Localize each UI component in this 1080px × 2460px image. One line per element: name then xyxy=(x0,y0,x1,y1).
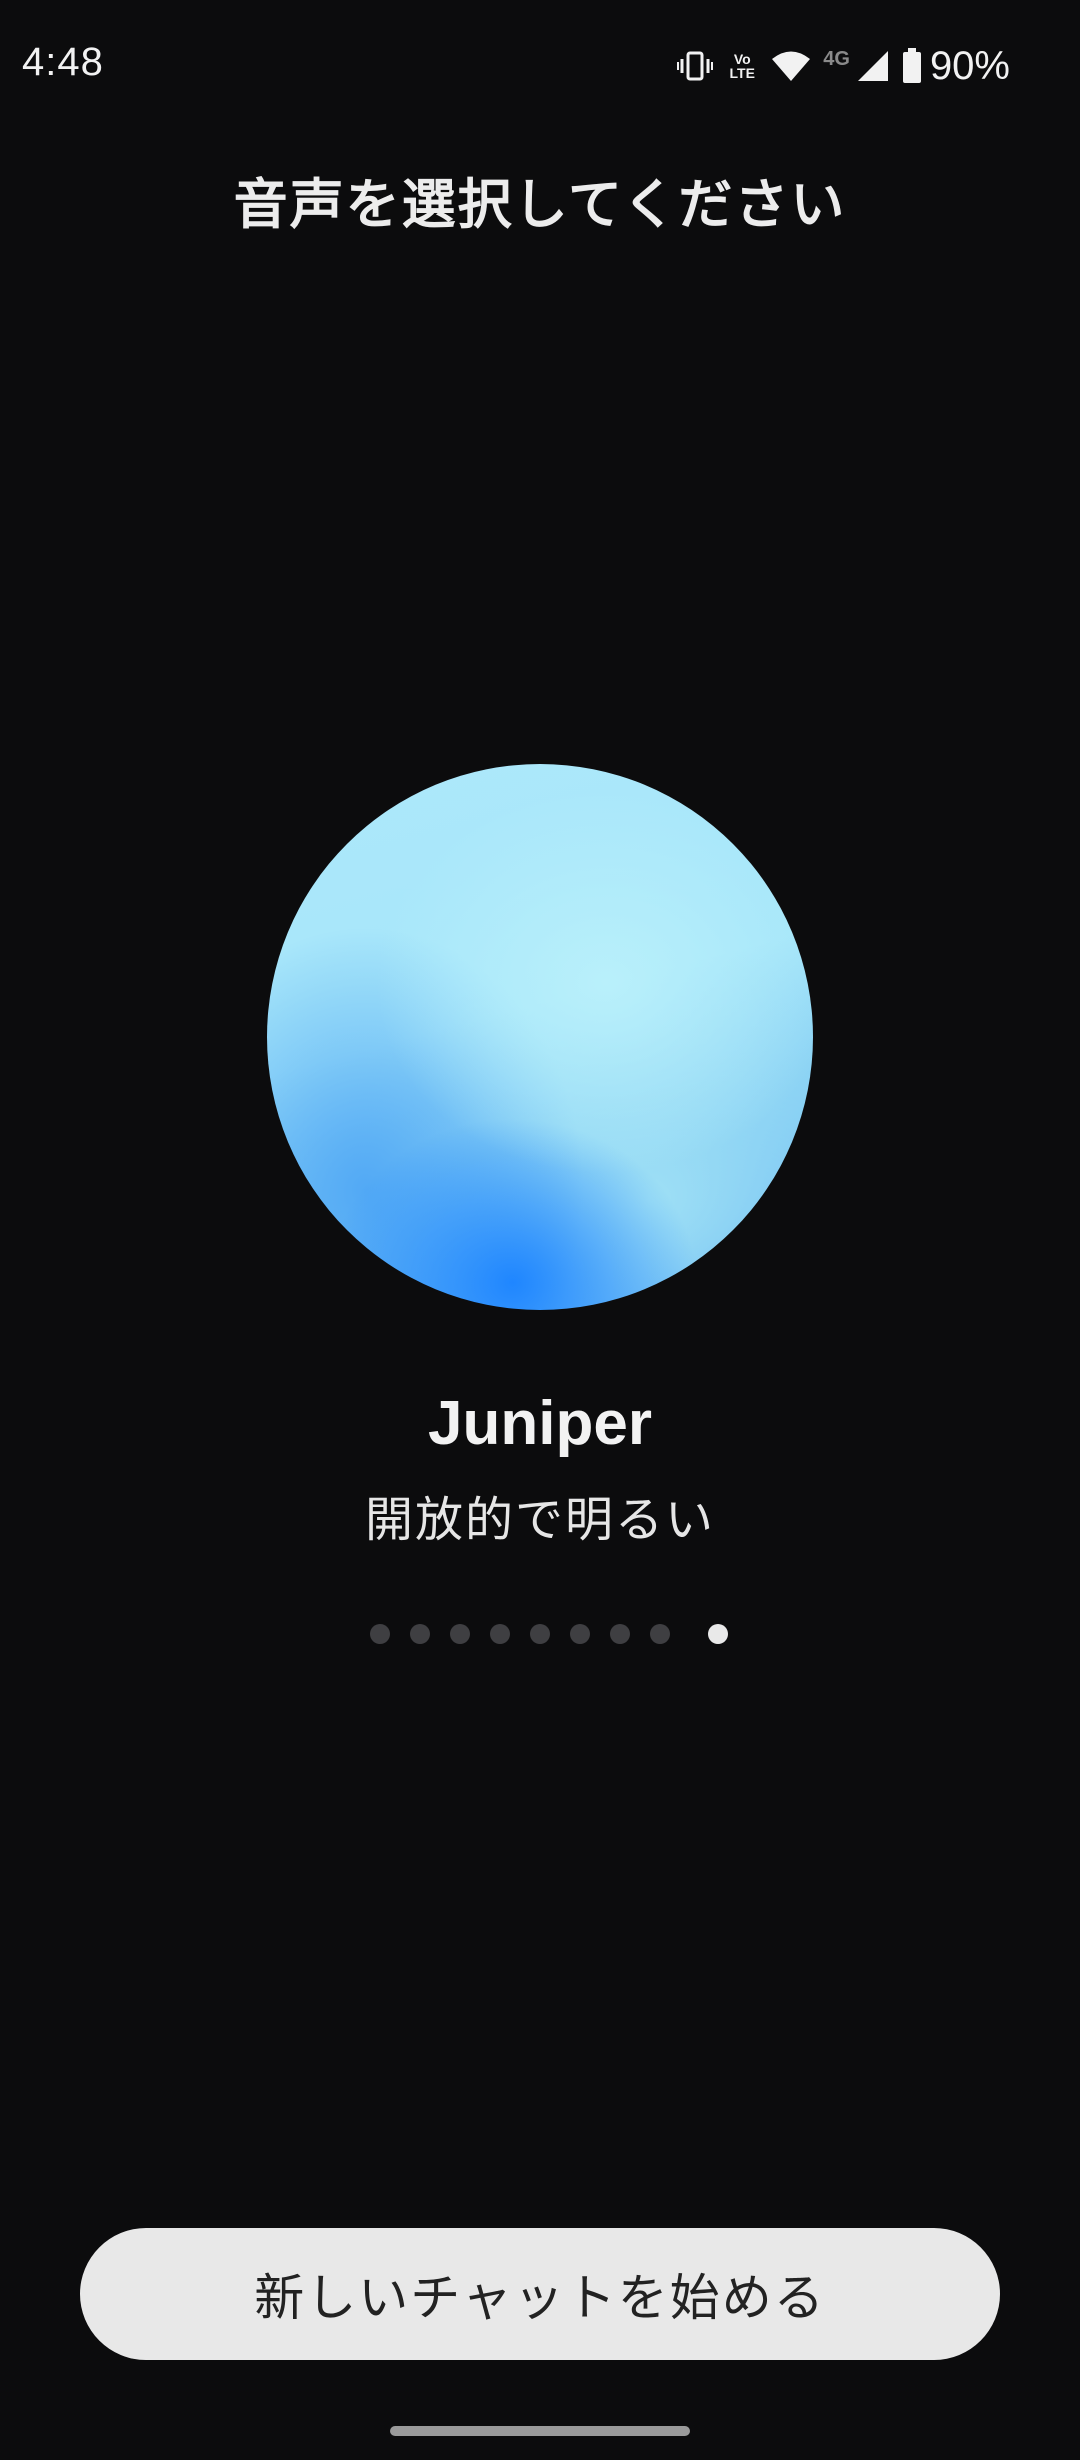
page-dot[interactable] xyxy=(570,1624,590,1644)
status-time: 4:48 xyxy=(22,40,104,84)
page-title: 音声を選択してください xyxy=(233,173,847,236)
signal-icon xyxy=(856,50,890,82)
page-dot[interactable] xyxy=(530,1624,550,1644)
page-indicator xyxy=(0,1624,1080,1644)
start-new-chat-label: 新しいチャットを始める xyxy=(254,2270,826,2326)
page-dot[interactable] xyxy=(490,1624,510,1644)
page-dot[interactable] xyxy=(610,1624,630,1644)
vibrate-icon xyxy=(677,50,714,82)
start-new-chat-button[interactable]: 新しいチャットを始める xyxy=(80,2228,1000,2360)
volte-icon: Vo LTE xyxy=(725,52,759,80)
status-icons: Vo LTE 4G 90% xyxy=(677,44,1010,88)
volte-label-bottom: LTE xyxy=(729,65,755,81)
voice-description: 開放的で明るい xyxy=(364,1492,715,1548)
page-dot[interactable] xyxy=(370,1624,390,1644)
page-dot[interactable] xyxy=(708,1624,728,1644)
page-dot[interactable] xyxy=(450,1624,470,1644)
battery-percent: 90% xyxy=(929,43,1010,88)
home-indicator[interactable] xyxy=(390,2426,690,2436)
page-dot[interactable] xyxy=(410,1624,430,1644)
page-dot[interactable] xyxy=(650,1624,670,1644)
battery-icon xyxy=(902,48,922,84)
network-type: 4G xyxy=(823,47,850,70)
voice-name: Juniper xyxy=(428,1389,652,1458)
wifi-icon xyxy=(771,50,811,82)
voice-orb-image[interactable] xyxy=(267,764,813,1310)
status-bar: 4:48 Vo LTE 4G 90% xyxy=(0,0,1080,130)
